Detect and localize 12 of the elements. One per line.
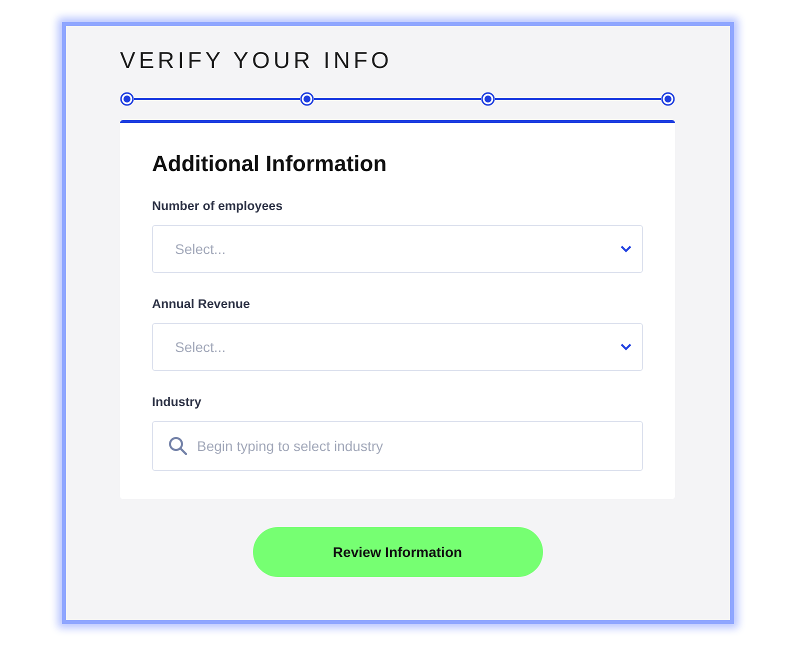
field-label: Industry xyxy=(152,395,202,409)
chevron-down-icon xyxy=(620,343,632,351)
field-label: Number of employees xyxy=(152,199,284,213)
page-title: VERIFY YOUR INFO xyxy=(120,46,394,74)
field-label: Annual Revenue xyxy=(152,297,251,311)
select-field[interactable]: Select... xyxy=(152,323,643,371)
review-button[interactable]: Review Information xyxy=(252,527,542,577)
search-icon xyxy=(168,436,188,456)
select-field[interactable]: Select... xyxy=(152,225,643,273)
section-heading: Additional Information xyxy=(152,151,388,177)
chevron-down-icon xyxy=(620,245,632,253)
search-field[interactable]: Begin typing to select industry xyxy=(152,421,643,471)
